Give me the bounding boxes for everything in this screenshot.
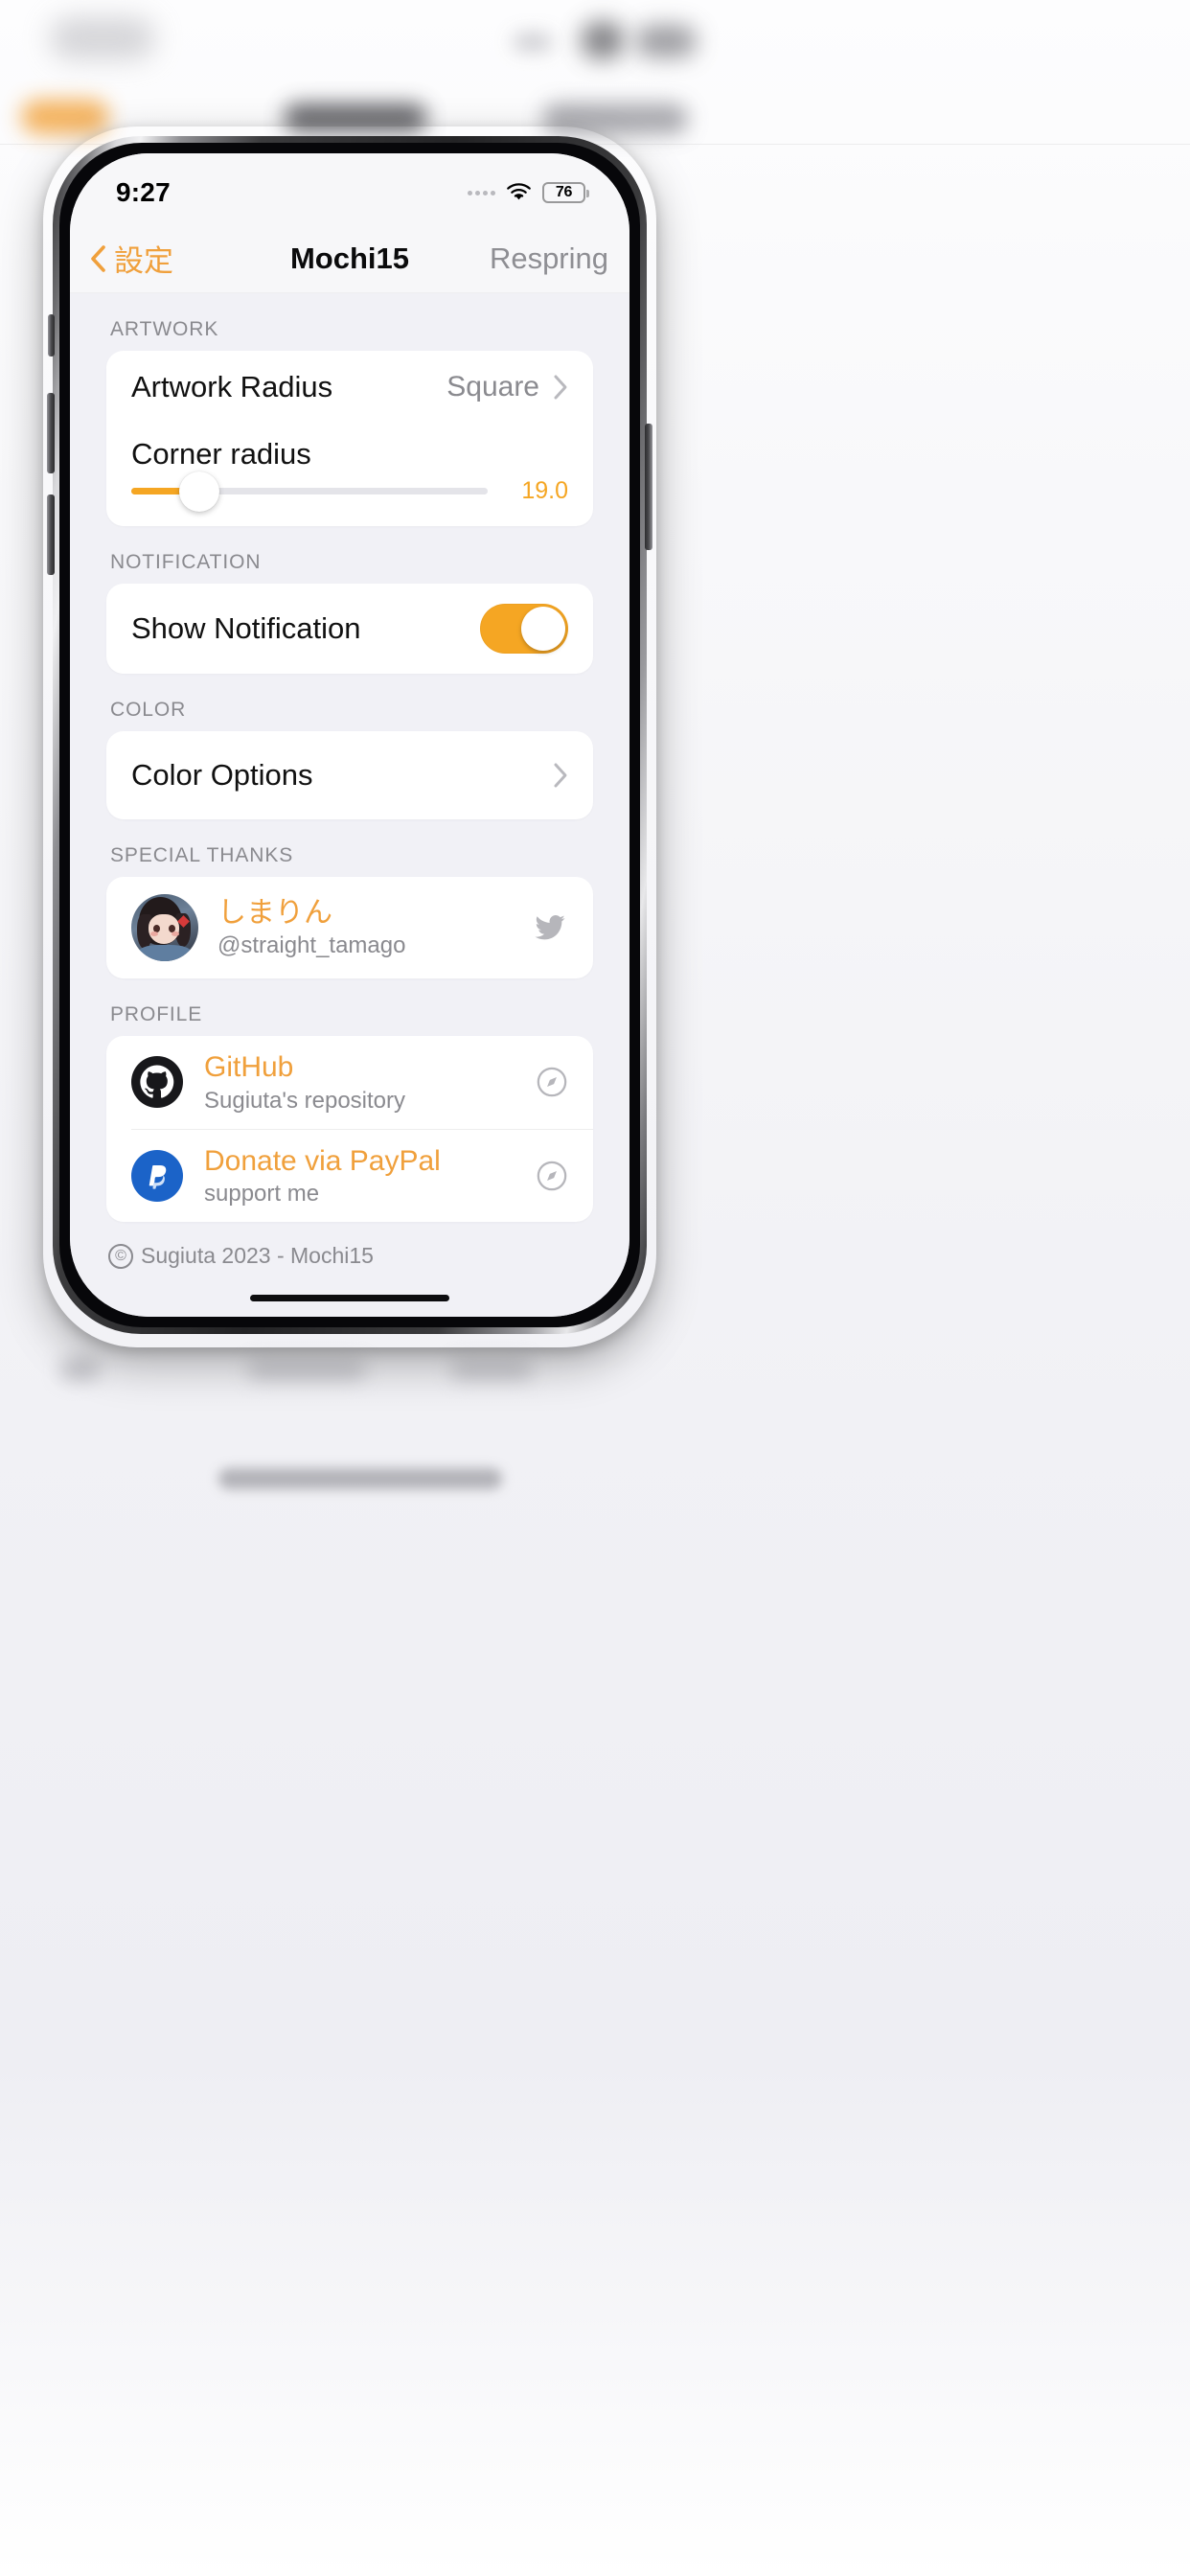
backdrop-blur-bottom-1: [59, 1359, 100, 1380]
section-header-notification: NOTIFICATION: [110, 551, 262, 573]
back-button-label: 設定: [114, 244, 173, 278]
respring-button[interactable]: Respring: [490, 242, 608, 276]
notification-card: Show Notification: [106, 584, 593, 674]
backdrop-blur-icon-2: [635, 25, 697, 58]
chevron-left-icon: [89, 244, 106, 273]
corner-radius-slider[interactable]: [131, 471, 488, 512]
paypal-texts: Donate via PayPal support me: [204, 1143, 515, 1209]
special-thanks-name: しまりん: [217, 896, 332, 929]
volume-down-button[interactable]: [47, 494, 55, 575]
device-inner-bezel: 9:27 76 設定 Mochi15 Respring ARTWORK Artw…: [59, 143, 640, 1327]
github-icon: [131, 1056, 183, 1109]
row-paypal[interactable]: Donate via PayPal support me: [106, 1130, 593, 1223]
artwork-radius-label: Artwork Radius: [131, 370, 333, 403]
backdrop-blur-bottom-2: [247, 1361, 366, 1380]
toggle-knob: [521, 607, 565, 651]
home-indicator[interactable]: [250, 1295, 449, 1301]
color-card: Color Options: [106, 731, 593, 819]
artwork-card: Artwork Radius Square Corner radius 19.0: [106, 351, 593, 526]
paypal-icon: [131, 1150, 183, 1203]
device-glass: 9:27 76 設定 Mochi15 Respring ARTWORK Artw…: [70, 153, 629, 1317]
color-options-label: Color Options: [131, 758, 313, 792]
avatar: [131, 894, 198, 961]
backdrop-blur-back: [21, 100, 109, 134]
status-bar: 9:27 76: [70, 153, 629, 224]
status-indicators: 76: [468, 174, 589, 203]
row-corner-radius[interactable]: Corner radius 19.0: [106, 424, 593, 526]
backdrop-home-indicator: [218, 1468, 502, 1489]
artwork-radius-right: Square: [446, 371, 568, 403]
mute-switch[interactable]: [48, 314, 55, 356]
safari-compass-icon[interactable]: [536, 1066, 568, 1098]
row-github[interactable]: GitHub Sugiuta's repository: [106, 1036, 593, 1129]
backdrop-blur-bottom-3: [450, 1361, 533, 1380]
paypal-subtitle: support me: [204, 1181, 320, 1208]
phone-screen: 9:27 76 設定 Mochi15 Respring ARTWORK Artw…: [70, 153, 629, 1317]
github-texts: GitHub Sugiuta's repository: [204, 1049, 515, 1116]
safari-compass-icon[interactable]: [536, 1160, 568, 1192]
volume-up-button[interactable]: [47, 393, 55, 473]
slider-knob[interactable]: [178, 471, 219, 512]
power-button[interactable]: [645, 424, 652, 550]
section-header-profile: PROFILE: [110, 1003, 203, 1025]
cellular-dots-icon: [468, 190, 495, 196]
copyright-icon: ©: [108, 1243, 133, 1269]
wifi-icon: [506, 183, 532, 202]
section-header-special-thanks: SPECIAL THANKS: [110, 844, 294, 866]
corner-radius-label: Corner radius: [131, 437, 311, 471]
special-thanks-card: しまりん @straight_tamago: [106, 877, 593, 978]
twitter-icon[interactable]: [532, 911, 568, 944]
navigation-bar: 設定 Mochi15 Respring: [70, 224, 629, 293]
show-notification-toggle[interactable]: [480, 604, 568, 654]
profile-card: GitHub Sugiuta's repository Donate via P…: [106, 1036, 593, 1223]
github-subtitle: Sugiuta's repository: [204, 1087, 406, 1114]
chevron-right-icon: [553, 762, 568, 789]
section-header-artwork: ARTWORK: [110, 318, 219, 340]
section-header-color: COLOR: [110, 699, 187, 721]
copyright-footer: © Sugiuta 2023 - Mochi15: [70, 1222, 629, 1269]
row-artwork-radius[interactable]: Artwork Radius Square: [106, 351, 593, 424]
status-time: 9:27: [116, 177, 171, 207]
github-title: GitHub: [204, 1051, 294, 1083]
corner-radius-value: 19.0: [521, 477, 568, 504]
paypal-title: Donate via PayPal: [204, 1144, 441, 1177]
chevron-right-icon: [553, 374, 568, 401]
special-thanks-texts: しまりん @straight_tamago: [217, 895, 513, 961]
show-notification-label: Show Notification: [131, 611, 361, 645]
backdrop-blur-dots: [514, 34, 552, 50]
special-thanks-handle: @straight_tamago: [217, 932, 406, 959]
row-special-thanks-person[interactable]: しまりん @straight_tamago: [106, 877, 593, 978]
artwork-radius-value: Square: [446, 371, 539, 402]
corner-radius-slider-wrap: 19.0: [131, 471, 568, 512]
row-color-options[interactable]: Color Options: [106, 731, 593, 819]
copyright-text: Sugiuta 2023 - Mochi15: [141, 1243, 374, 1269]
battery-level: 76: [555, 184, 573, 200]
backdrop-blur-title: [50, 17, 155, 59]
iphone-device-frame: 9:27 76 設定 Mochi15 Respring ARTWORK Artw…: [47, 136, 652, 1334]
row-show-notification[interactable]: Show Notification: [106, 584, 593, 674]
battery-icon: 76: [542, 182, 589, 203]
backdrop-blur-icon-1: [581, 21, 625, 59]
settings-content[interactable]: ARTWORK Artwork Radius Square Corner rad…: [70, 293, 629, 1317]
back-button[interactable]: 設定: [89, 237, 173, 280]
